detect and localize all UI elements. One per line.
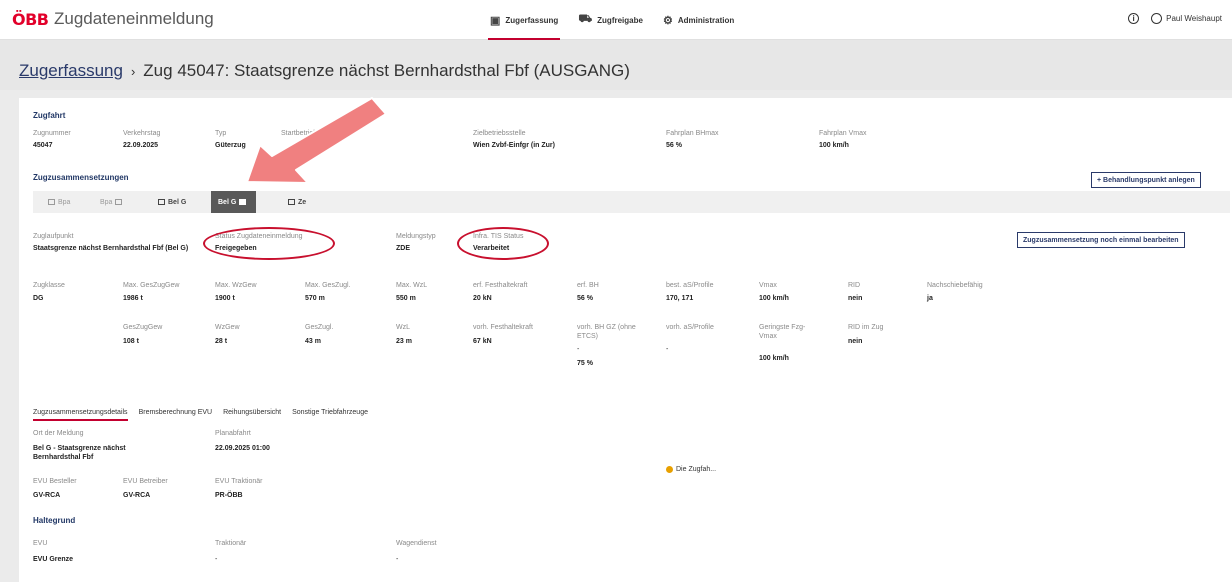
annotation-arrow-icon bbox=[246, 97, 387, 184]
arrow-shape bbox=[246, 97, 387, 184]
